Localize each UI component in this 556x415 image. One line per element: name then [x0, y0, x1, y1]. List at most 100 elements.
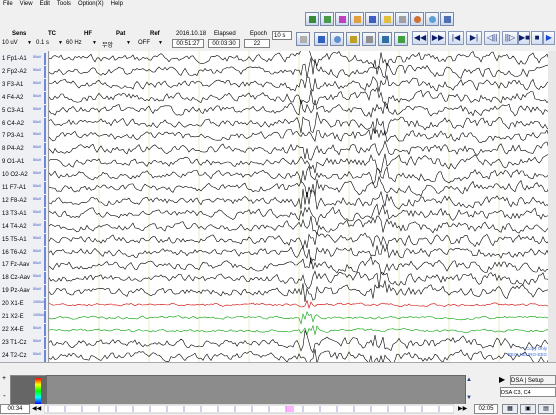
channel-name: 16 T6-A2: [2, 249, 27, 256]
channel-name: 13 T3-A1: [2, 210, 27, 217]
waveform-icon[interactable]: [365, 12, 379, 26]
play-button[interactable]: ▶: [543, 31, 555, 45]
channel-label-row[interactable]: 14 T4-A2 50uV: [0, 220, 48, 233]
hf-select[interactable]: 60 Hz: [66, 40, 82, 46]
channel-label-row[interactable]: 21 X2-E 1000uV: [0, 311, 48, 323]
zoom-in-button[interactable]: +: [2, 375, 6, 382]
channel-label-row[interactable]: 11 F7-A1 50uV: [0, 182, 48, 194]
color-icon[interactable]: [425, 12, 439, 26]
fast-rewind-button[interactable]: ◀◀: [412, 31, 428, 45]
menu-option[interactable]: Option(X): [75, 0, 108, 7]
zoom-icon[interactable]: [296, 32, 310, 46]
stop-button[interactable]: ■: [531, 31, 543, 45]
channel-label-row[interactable]: 17 Fz-Aav 50uV: [0, 259, 48, 272]
timeline-track[interactable]: [44, 404, 454, 414]
channel-label-row[interactable]: 3 F3-A1 50uV: [0, 78, 48, 91]
channel-name: 1 Fp1-A1: [2, 56, 27, 62]
map-icon[interactable]: [410, 12, 424, 26]
last-page-button[interactable]: ▶|: [466, 31, 482, 45]
channel-label-row[interactable]: 5 C3-A1 50uV: [0, 104, 48, 117]
channel-label-row[interactable]: 10 O2-A2 50uV: [0, 169, 48, 182]
channel-label-row[interactable]: 9 O1-A1 50uV: [0, 156, 48, 169]
marker-icon[interactable]: [335, 12, 349, 26]
collapse-arrow-icon[interactable]: ▶: [499, 375, 505, 384]
channel-scale: 50uV: [33, 106, 42, 111]
channel-label-row[interactable]: 19 Pz-Aav 50uV: [0, 285, 48, 298]
channel-label-row[interactable]: 2 Fp2-A2 50uV: [0, 65, 48, 78]
vertical-scrollbar[interactable]: [548, 51, 556, 362]
timeline-back-icon[interactable]: ◀◀: [32, 405, 41, 412]
channel-label-row[interactable]: 22 X4-E 50uV: [0, 323, 48, 336]
report-icon[interactable]: [440, 12, 454, 26]
print-icon[interactable]: [362, 32, 376, 46]
channel-label-row[interactable]: 1 Fp1-A1 50uV: [0, 53, 48, 65]
timeline-save-icon[interactable]: ▤: [538, 404, 554, 414]
play-reverse-button[interactable]: ◁||: [484, 31, 500, 45]
channel-scale: 50uV: [33, 248, 42, 253]
dsa-channel-field[interactable]: DSA C3, C4: [500, 387, 556, 397]
channel-scale: 50uV: [33, 67, 42, 72]
step-button[interactable]: ▶■: [518, 31, 530, 45]
channel-scale-bar: [44, 182, 46, 194]
channel-label-row[interactable]: 12 F8-A2 50uV: [0, 194, 48, 207]
review-icon[interactable]: [320, 12, 334, 26]
watermark-line2: REC: NEURO-EEG: [508, 352, 548, 357]
first-page-button[interactable]: |◀: [448, 31, 464, 45]
zoom-out-button[interactable]: -: [3, 391, 6, 400]
note-icon[interactable]: [350, 12, 364, 26]
channel-label-row[interactable]: 6 C4-A2 50uV: [0, 117, 48, 130]
calc-icon[interactable]: [346, 32, 360, 46]
pat-select[interactable]: 무앙: [102, 40, 113, 49]
menu-edit[interactable]: Edit: [37, 0, 54, 7]
export-icon[interactable]: [378, 32, 392, 46]
channel-scale-bar: [44, 298, 46, 311]
settings-icon[interactable]: [330, 32, 344, 46]
channel-label-row[interactable]: 4 F4-A2 50uV: [0, 91, 48, 104]
channel-name: 23 T1-Cz: [2, 339, 27, 346]
epoch-field[interactable]: 22: [244, 39, 270, 48]
folder-icon[interactable]: [380, 12, 394, 26]
channel-scale: 50uV: [33, 158, 42, 163]
channel-label-row[interactable]: 24 T2-Cz 50uV: [0, 349, 48, 362]
channel-label-row[interactable]: 16 T6-A2 50uV: [0, 246, 48, 259]
channel-name: 6 C4-A2: [2, 120, 25, 127]
channel-label-row[interactable]: 7 P3-A1 50uV: [0, 130, 48, 143]
menu-tools[interactable]: Tools: [54, 0, 75, 7]
ref-select[interactable]: OFF: [138, 40, 150, 46]
timeline-tool-icon[interactable]: ▦: [502, 404, 518, 414]
date-label: 2016.10.18: [176, 31, 207, 37]
channel-name: 14 T4-A2: [2, 223, 27, 230]
channel-label-row[interactable]: 13 T3-A1 50uV: [0, 207, 48, 220]
channel-label-row[interactable]: 18 Cz-Aav 50uV: [0, 272, 48, 285]
menu-view[interactable]: View: [17, 0, 37, 7]
channel-label-row[interactable]: 15 T5-A1 50uV: [0, 233, 48, 246]
save-icon[interactable]: [394, 32, 408, 46]
channel-scale: 50uV: [33, 80, 42, 85]
timeline-forward-icon[interactable]: ▶▶: [458, 405, 467, 412]
channel-label-row[interactable]: 8 P4-A2 50uV: [0, 143, 48, 156]
dsa-setup-button[interactable]: DSA | Setup: [510, 375, 556, 385]
epoch-label: Epoch: [250, 31, 268, 37]
dsa-scroll-up-icon[interactable]: ▲: [466, 377, 472, 383]
channel-label-row[interactable]: 20 X1-E 1000uV: [0, 298, 48, 311]
timeline-print-icon[interactable]: ▣: [520, 404, 536, 414]
menu-bar: File View Edit Tools Option(X) Help: [0, 0, 556, 10]
pen-icon[interactable]: [314, 32, 328, 46]
channel-name: 18 Cz-Aav: [2, 275, 31, 282]
dsa-scroll-down-icon[interactable]: ▼: [466, 395, 472, 401]
fast-forward-button[interactable]: ▶▶: [430, 31, 446, 45]
tc-select[interactable]: 0.1 s: [36, 40, 49, 46]
menu-file[interactable]: File: [0, 0, 17, 7]
channel-scale: 50uV: [33, 209, 42, 214]
menu-help[interactable]: Help: [108, 0, 127, 7]
filter-icon[interactable]: [395, 12, 409, 26]
play-forward-button[interactable]: ||▷: [502, 31, 518, 45]
dsa-spectrogram[interactable]: [46, 375, 466, 407]
montage-icon[interactable]: [305, 12, 319, 26]
eeg-trace-area[interactable]: Copy Only REC: NEURO-EEG: [48, 51, 549, 362]
channel-name: 7 P3-A1: [2, 133, 24, 140]
channel-scale-bar: [44, 78, 46, 91]
channel-label-row[interactable]: 23 T1-Cz 50uV: [0, 336, 48, 349]
sens-select[interactable]: 10 uV: [2, 40, 18, 46]
page-speed-select[interactable]: 10 s: [272, 31, 292, 40]
